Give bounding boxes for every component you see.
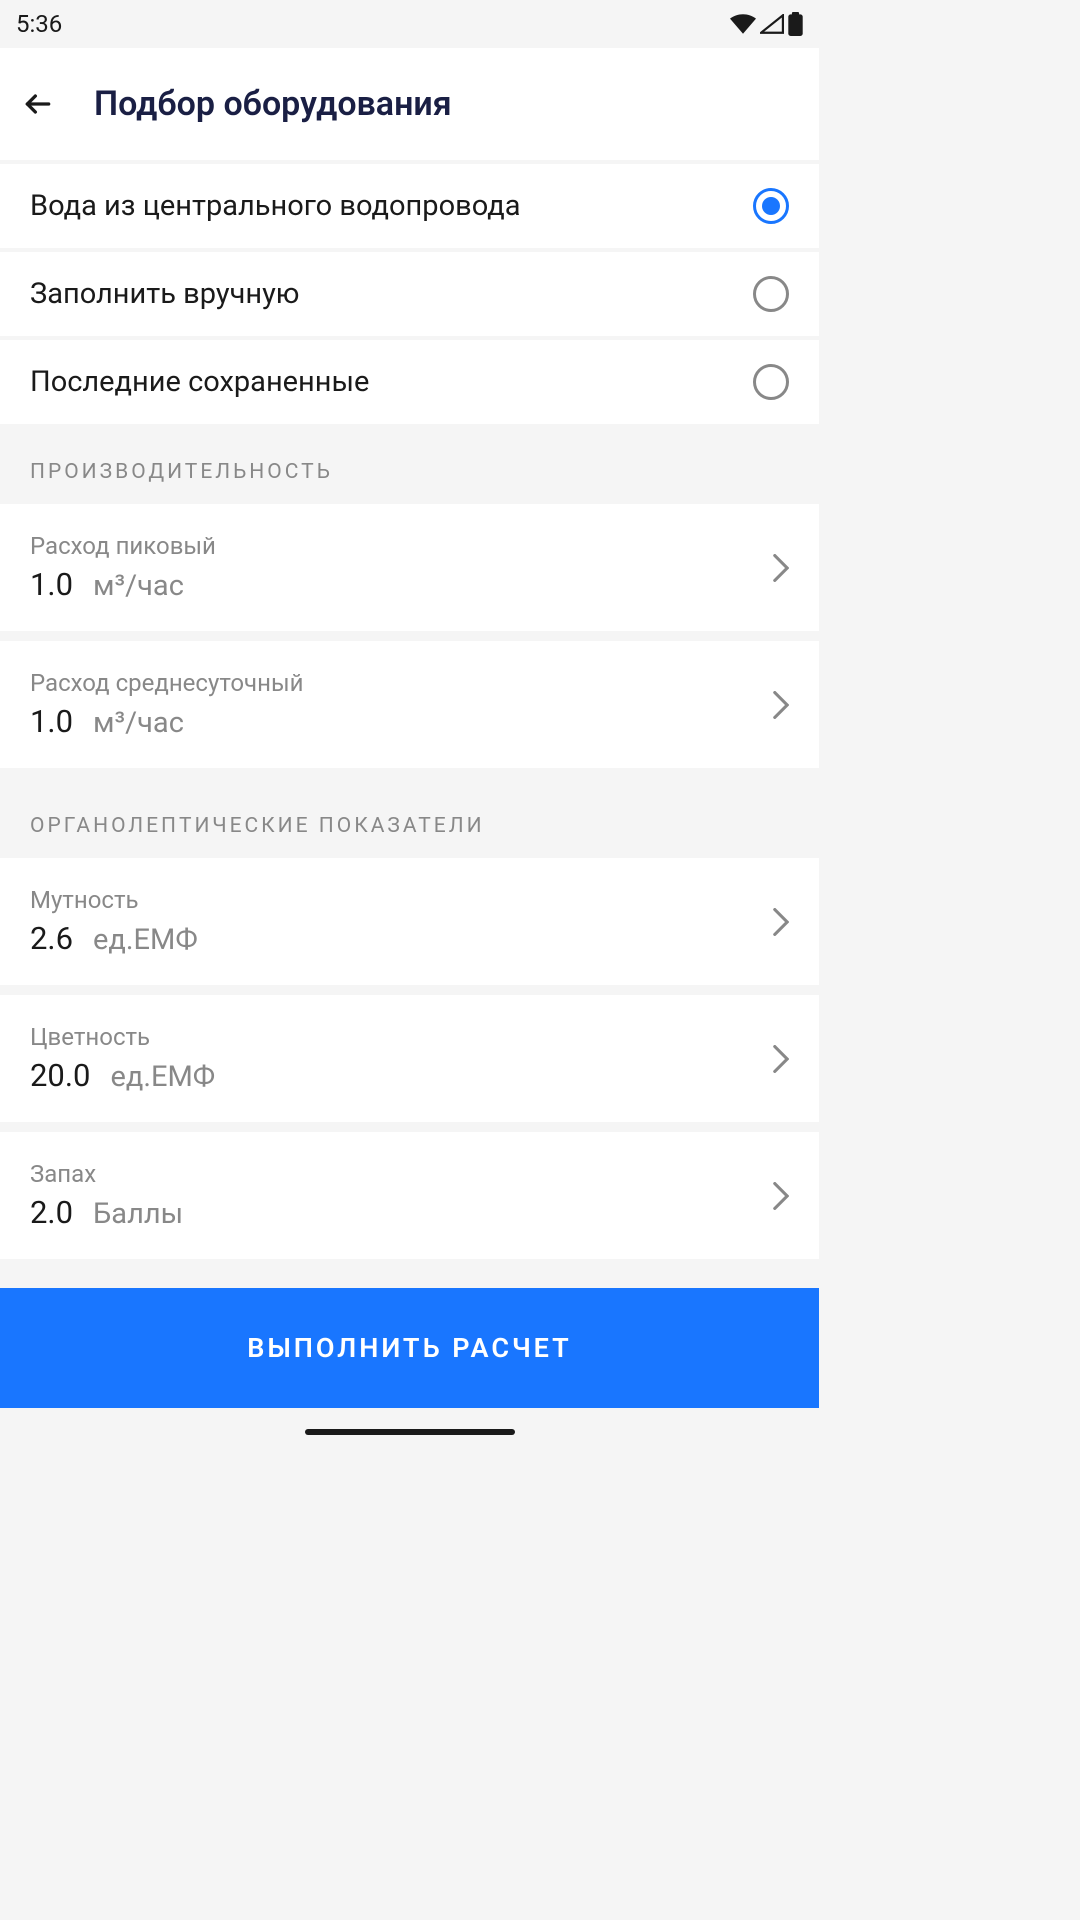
param-content: Мутность 2.6 ед.ЕМФ [30, 886, 198, 957]
radio-option-saved[interactable]: Последние сохраненные [0, 340, 819, 424]
param-unit: м³/час [93, 706, 184, 740]
param-value: 1.0 [30, 566, 73, 603]
status-bar: 5:36 [0, 0, 819, 48]
navigation-bar [0, 1408, 819, 1456]
arrow-left-icon [22, 88, 54, 120]
param-unit: Баллы [93, 1197, 183, 1231]
radio-option-tap-water[interactable]: Вода из центрального водопровода [0, 164, 819, 248]
radio-option-manual[interactable]: Заполнить вручную [0, 252, 819, 336]
param-content: Запах 2.0 Баллы [30, 1160, 183, 1231]
signal-icon [760, 14, 784, 34]
chevron-right-icon [773, 908, 789, 936]
param-label: Запах [30, 1160, 183, 1188]
param-content: Расход среднесуточный 1.0 м³/час [30, 669, 303, 740]
param-value-row: 1.0 м³/час [30, 703, 303, 740]
section-header-performance: ПРОИЗВОДИТЕЛЬНОСТЬ [0, 424, 819, 504]
chevron-right-icon [773, 1182, 789, 1210]
param-row-odor[interactable]: Запах 2.0 Баллы [0, 1132, 819, 1259]
param-row-avg-flow[interactable]: Расход среднесуточный 1.0 м³/час [0, 641, 819, 768]
back-button[interactable] [18, 84, 58, 124]
param-content: Цветность 20.0 ед.ЕМФ [30, 1023, 215, 1094]
param-unit: м³/час [93, 569, 184, 603]
chevron-right-icon [773, 554, 789, 582]
radio-indicator [753, 364, 789, 400]
param-label: Мутность [30, 886, 198, 914]
chevron-right-icon [773, 1045, 789, 1073]
param-unit: ед.ЕМФ [110, 1060, 215, 1094]
param-label: Цветность [30, 1023, 215, 1051]
app-header: Подбор оборудования [0, 48, 819, 160]
param-label: Расход среднесуточный [30, 669, 303, 697]
param-value: 1.0 [30, 703, 73, 740]
param-unit: ед.ЕМФ [93, 923, 198, 957]
section-header-organoleptic: ОРГАНОЛЕПТИЧЕСКИЕ ПОКАЗАТЕЛИ [0, 778, 819, 858]
param-row-color[interactable]: Цветность 20.0 ед.ЕМФ [0, 995, 819, 1122]
battery-icon [788, 12, 803, 36]
param-value-row: 2.6 ед.ЕМФ [30, 920, 198, 957]
param-value-row: 20.0 ед.ЕМФ [30, 1057, 215, 1094]
radio-label: Последние сохраненные [30, 365, 369, 399]
radio-dot [762, 197, 780, 215]
param-value-row: 2.0 Баллы [30, 1194, 183, 1231]
param-content: Расход пиковый 1.0 м³/час [30, 532, 216, 603]
status-time: 5:36 [16, 10, 62, 38]
status-icons [730, 12, 803, 36]
radio-indicator [753, 188, 789, 224]
page-title: Подбор оборудования [94, 84, 452, 124]
radio-label: Вода из центрального водопровода [30, 189, 521, 223]
calculate-button-label: ВЫПОЛНИТЬ РАСЧЕТ [247, 1332, 572, 1364]
wifi-icon [730, 14, 756, 34]
param-row-peak-flow[interactable]: Расход пиковый 1.0 м³/час [0, 504, 819, 631]
param-value: 2.0 [30, 1194, 73, 1231]
param-label: Расход пиковый [30, 532, 216, 560]
param-value: 20.0 [30, 1057, 90, 1094]
radio-indicator [753, 276, 789, 312]
radio-label: Заполнить вручную [30, 277, 299, 311]
param-value-row: 1.0 м³/час [30, 566, 216, 603]
calculate-button[interactable]: ВЫПОЛНИТЬ РАСЧЕТ [0, 1288, 819, 1408]
nav-handle[interactable] [305, 1429, 515, 1435]
param-row-turbidity[interactable]: Мутность 2.6 ед.ЕМФ [0, 858, 819, 985]
chevron-right-icon [773, 691, 789, 719]
param-value: 2.6 [30, 920, 73, 957]
